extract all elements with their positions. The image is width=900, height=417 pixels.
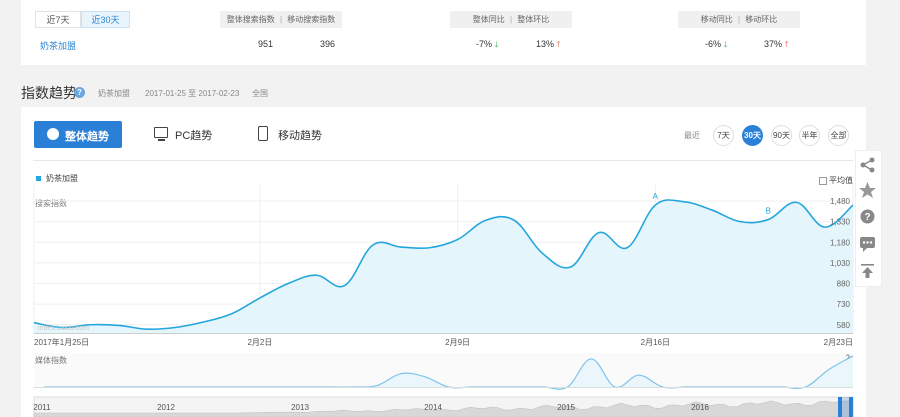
back-to-top-icon[interactable] (855, 258, 880, 283)
x-tick-label: 2月2日 (247, 338, 272, 347)
x-tick-label: 2月16日 (641, 338, 670, 347)
y-tick-label: 580 (837, 321, 851, 330)
x-tick-label: 2月23日 (824, 338, 853, 347)
navigator-year-label: 2014 (424, 403, 442, 412)
navigator-year-label: 2015 (557, 403, 575, 412)
x-tick-label: 2月9日 (445, 338, 470, 347)
annotation-marker[interactable]: A (653, 192, 659, 201)
navigator-handle[interactable] (838, 397, 842, 417)
star-icon[interactable] (855, 178, 880, 203)
annotation-marker[interactable]: B (766, 207, 771, 216)
main-chart: 580 730 880 1,030 1,180 1,330 1,480 2017年1月25日 2… (33, 185, 854, 417)
y-tick-label: 730 (837, 300, 851, 309)
svg-text:?: ? (864, 212, 870, 223)
y-tick-label: 1,030 (830, 259, 851, 268)
navigator-year-label: 2012 (157, 403, 175, 412)
media-axis-title: 媒体指数 (35, 356, 67, 365)
y-tick-label: 1,180 (830, 238, 851, 247)
y-tick-label: 880 (837, 280, 851, 289)
share-icon[interactable] (855, 153, 880, 178)
media-chart-background (34, 353, 853, 387)
navigator-year-label: 2016 (691, 403, 709, 412)
navigator-year-label: 2013 (291, 403, 309, 412)
comment-icon[interactable] (855, 231, 880, 256)
x-tick-label: 2017年1月25日 (34, 337, 89, 347)
y-tick-label: 1,480 (830, 197, 851, 206)
main-area-fill (34, 199, 853, 333)
watermark: index.baidu.com (38, 325, 89, 332)
y-tick-label: 1,330 (830, 218, 851, 227)
navigator-handle[interactable] (849, 397, 853, 417)
help-circle-icon[interactable]: ? (855, 204, 880, 229)
navigator-year-label: 2011 (33, 403, 51, 412)
